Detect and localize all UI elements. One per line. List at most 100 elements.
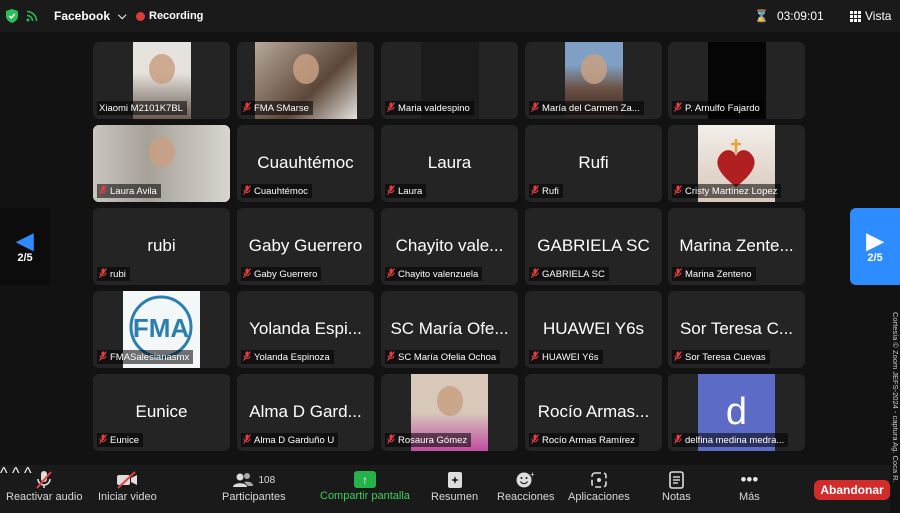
participant-name: HUAWEI Y6s [542, 351, 599, 363]
participants-button[interactable]: 108 Participantes [222, 469, 286, 503]
live-stream-label: Facebook [54, 9, 111, 23]
participant-tile[interactable]: Eunice Eunice [93, 374, 230, 451]
participant-tile[interactable]: Rocío Armas... Rocío Armas Ramírez [525, 374, 662, 451]
muted-mic-icon [99, 434, 107, 446]
leave-button[interactable]: Abandonar [814, 480, 890, 500]
participant-tile[interactable]: Alma D Gard... Alma D Garduño U [237, 374, 374, 451]
person-silhouette [436, 386, 463, 416]
participant-name: Rufi [542, 185, 559, 197]
participant-tile[interactable]: Yolanda Espi... Yolanda Espinoza [237, 291, 374, 368]
participant-name-label: SC María Ofelia Ochoa [385, 350, 501, 364]
timer-value: 03:09:01 [776, 9, 824, 23]
participant-name-large: GABRIELA SC [537, 236, 650, 255]
share-screen-icon: ↑ [353, 471, 376, 488]
notes-button[interactable]: Notas [662, 469, 691, 503]
arrow-right-icon: ▶ [866, 227, 884, 253]
participant-tile[interactable]: Marina Zente... Marina Zenteno [668, 208, 805, 285]
participant-tile[interactable]: d delfina medina medra... [668, 374, 805, 451]
reactions-label: Reacciones [497, 491, 555, 503]
participant-tile[interactable]: Rufi Rufi [525, 125, 662, 202]
participant-tile[interactable]: Maria valdespino [381, 42, 518, 119]
live-stream-dropdown[interactable]: Facebook ⌵ [54, 6, 126, 26]
person-silhouette [293, 54, 319, 84]
page-indicator-left: 2/5 [17, 251, 33, 264]
participant-name-label: Rufi [529, 184, 563, 198]
participant-tile[interactable]: FMA FMASalesianasmx [93, 291, 230, 368]
participant-tile[interactable]: rubi rubi [93, 208, 230, 285]
start-video-button[interactable]: Iniciar video [98, 469, 157, 503]
summary-label: Resumen [431, 491, 479, 503]
participant-name-label: Yolanda Espinoza [241, 350, 334, 364]
connection-signal-icon[interactable] [26, 6, 38, 26]
muted-mic-icon [387, 185, 395, 197]
participant-tile[interactable]: Laura Laura [381, 125, 518, 202]
muted-mic-icon [531, 102, 539, 114]
participant-name-label: rubi [97, 267, 130, 281]
participant-name-label: delfina medina medra... [672, 433, 789, 447]
previous-page-button[interactable]: ◀ 2/5 [0, 208, 50, 285]
participant-name-large: rubi [147, 236, 176, 255]
person-silhouette [149, 54, 175, 84]
participant-tile[interactable]: María del Carmen Za... [525, 42, 662, 119]
participant-name-label: Xiaomi M2101K7BL [97, 101, 187, 115]
participant-name: Rosaura Gómez [398, 434, 468, 446]
unmute-button[interactable]: Reactivar audio [6, 469, 82, 503]
participant-name-label: María del Carmen Za... [529, 101, 644, 115]
participant-tile[interactable]: Chayito vale... Chayito valenzuela [381, 208, 518, 285]
photo-credit: Cortesía © Zoom JEFS-2024 - captura Ag. … [891, 312, 900, 512]
svg-text:FMA: FMA [133, 313, 190, 343]
share-screen-button[interactable]: ↑ Compartir pantalla [320, 469, 410, 502]
microphone-muted-icon [35, 469, 53, 491]
muted-mic-icon [531, 434, 539, 446]
svg-text:+: + [530, 471, 535, 479]
participant-tile[interactable]: GABRIELA SC GABRIELA SC [525, 208, 662, 285]
participant-tile[interactable]: HUAWEI Y6s HUAWEI Y6s [525, 291, 662, 368]
participant-name-label: FMASalesianasmx [97, 350, 194, 364]
muted-mic-icon [531, 268, 539, 280]
participant-name-label: Rocío Armas Ramírez [529, 433, 639, 447]
participant-tile[interactable]: Cuauhtémoc Cuauhtémoc [237, 125, 374, 202]
muted-mic-icon [674, 185, 682, 197]
participant-name-label: Alma D Garduño U [241, 433, 339, 447]
notes-icon [669, 469, 684, 491]
participant-tile[interactable]: P. Arnulfo Fajardo [668, 42, 805, 119]
participant-name: Laura Avila [110, 185, 157, 197]
participant-tile[interactable]: SC María Ofe... SC María Ofelia Ochoa [381, 291, 518, 368]
arrow-left-icon: ◀ [16, 227, 34, 253]
recording-indicator[interactable]: Recording [136, 6, 203, 26]
more-button[interactable]: ••• Más [739, 469, 760, 503]
participant-name: Alma D Garduño U [254, 434, 335, 446]
view-button[interactable]: Vista [850, 6, 891, 26]
page-indicator-right: 2/5 [867, 251, 883, 264]
participant-name-large: Gaby Guerrero [248, 236, 363, 255]
participant-name: Maria valdespino [398, 102, 470, 114]
participants-icon: 108 [232, 469, 275, 491]
view-label: Vista [865, 9, 892, 23]
participant-tile[interactable]: Xiaomi M2101K7BL [93, 42, 230, 119]
participant-tile[interactable]: FMA SMarse [237, 42, 374, 119]
participant-tile[interactable]: Cristy Martínez Lopez [668, 125, 805, 202]
participant-name-large: Rufi [578, 153, 609, 172]
start-video-label: Iniciar video [98, 491, 157, 503]
participants-label: Participantes [222, 491, 286, 503]
participant-name: María del Carmen Za... [542, 102, 640, 114]
participant-name-label: Eunice [97, 433, 144, 447]
reactions-button[interactable]: + Reacciones [497, 469, 554, 503]
top-bar: Facebook ⌵ Recording ⌛ 03:09:01 Vista [0, 0, 900, 32]
apps-button[interactable]: Aplicaciones [568, 469, 630, 503]
participant-tile[interactable]: Sor Teresa C... Sor Teresa Cuevas [668, 291, 805, 368]
participant-name-label: HUAWEI Y6s [529, 350, 603, 364]
participant-name: FMASalesianasmx [110, 351, 190, 363]
participant-tile[interactable]: Laura Avila [93, 125, 230, 202]
summary-button[interactable]: Resumen [431, 469, 478, 503]
participant-name: SC María Ofelia Ochoa [398, 351, 497, 363]
participant-name-large: Marina Zente... [679, 236, 794, 255]
participant-name-large: Laura [427, 153, 472, 172]
participant-name-large: Alma D Gard... [249, 402, 362, 421]
participant-tile[interactable]: Gaby Guerrero Gaby Guerrero [237, 208, 374, 285]
encryption-shield-icon[interactable] [6, 6, 18, 26]
more-dots-icon: ••• [740, 470, 759, 489]
next-page-button[interactable]: ▶ 2/5 [850, 208, 900, 285]
participant-tile[interactable]: Rosaura Gómez [381, 374, 518, 451]
summary-icon [447, 469, 463, 491]
